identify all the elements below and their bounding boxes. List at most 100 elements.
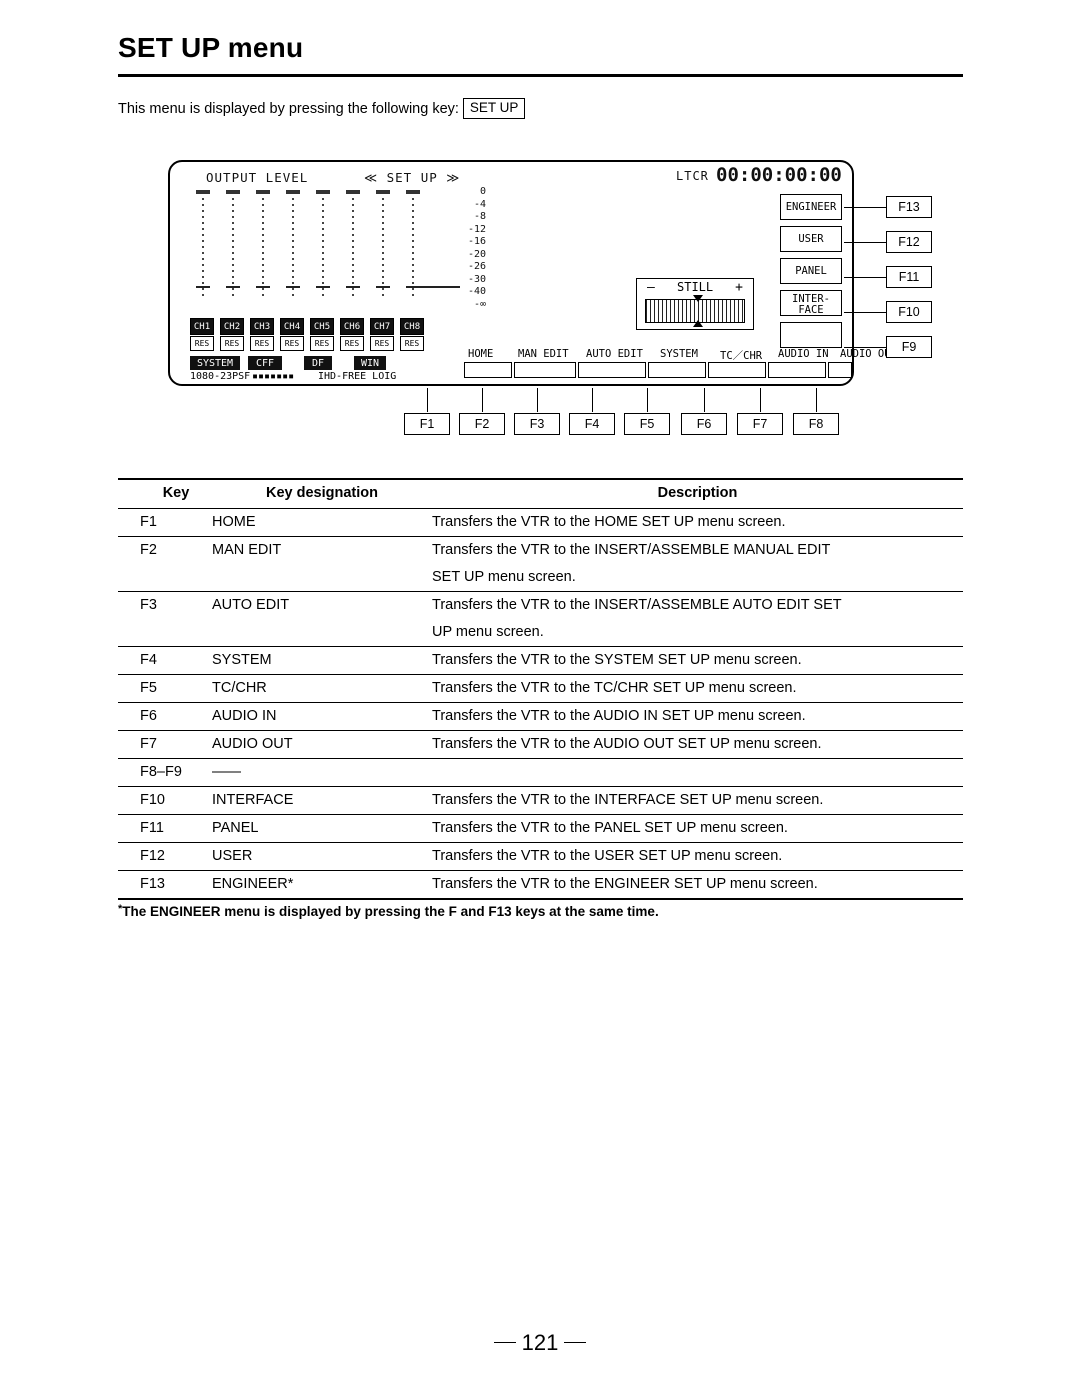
cell-designation-empty xyxy=(212,619,432,647)
cell-description: Transfers the VTR to the ENGINEER SET UP… xyxy=(432,870,963,900)
page-number-value: 121 xyxy=(521,1330,559,1355)
softkey-cell-f6[interactable] xyxy=(768,362,826,378)
meter-level-line xyxy=(420,286,460,288)
channel-box: CH7 xyxy=(370,318,394,335)
cell-description: Transfers the VTR to the INSERT/ASSEMBLE… xyxy=(432,597,842,613)
table-row: F13 ENGINEER* Transfers the VTR to the E… xyxy=(118,870,963,900)
cell-key-empty xyxy=(118,564,212,592)
callout-f12: F12 xyxy=(886,231,932,253)
key-table-wrapper: Key Key designation Description F1 HOME … xyxy=(118,478,963,900)
cell-description: Transfers the VTR to the AUDIO OUT SET U… xyxy=(432,730,963,759)
softkey-user[interactable]: USER xyxy=(780,226,842,252)
meter-level-mark xyxy=(226,286,240,288)
meter-channel xyxy=(406,190,420,312)
status-strip: SYSTEM CFF DF WIN 1080-23PSF ▪▪▪▪▪▪▪ IHD… xyxy=(190,356,470,382)
leader-line xyxy=(647,388,648,412)
meter-scale-dots xyxy=(322,198,324,298)
leader-line xyxy=(592,388,593,412)
meter-cap xyxy=(376,190,390,194)
meter-channel xyxy=(316,190,330,312)
setup-key-box: SET UP xyxy=(462,98,526,119)
table-row: F6 AUDIO IN Transfers the VTR to the AUD… xyxy=(118,702,963,731)
callout-f2: F2 xyxy=(459,413,505,435)
col-header-description: Description xyxy=(432,479,963,509)
still-label: STILL xyxy=(677,280,714,294)
callout-f11: F11 xyxy=(886,266,932,288)
cell-key-empty xyxy=(118,619,212,647)
softkey-cell-f4[interactable] xyxy=(648,362,706,378)
scale-tick: -∞ xyxy=(473,298,486,310)
meter-cap xyxy=(286,190,300,194)
scale-tick: -8 xyxy=(473,211,486,222)
channel-box: CH4 xyxy=(280,318,304,335)
softkey-cell-f7[interactable] xyxy=(828,362,852,378)
callout-f5: F5 xyxy=(624,413,670,435)
softkey-cell-f2[interactable] xyxy=(514,362,576,378)
callout-f7: F7 xyxy=(737,413,783,435)
meter-scale-dots xyxy=(412,198,414,298)
softkey-interface[interactable]: INTER- FACE xyxy=(780,290,842,316)
still-pointer-bottom-icon xyxy=(693,320,703,327)
bottom-softkey-cells xyxy=(464,362,854,378)
leader-line xyxy=(844,277,886,278)
cell-description: Transfers the VTR to the TC/CHR SET UP m… xyxy=(432,674,963,703)
meter-scale-dots xyxy=(202,198,204,298)
ltcr-label: LTCR xyxy=(676,169,709,183)
callout-f10: F10 xyxy=(886,301,932,323)
cell-designation: AUDIO IN xyxy=(212,702,432,731)
softkey-engineer[interactable]: ENGINEER xyxy=(780,194,842,220)
cell-key: F7 xyxy=(118,730,212,759)
meter-scale-dots xyxy=(262,198,264,298)
meter-cap xyxy=(196,190,210,194)
res-box: RES xyxy=(340,336,364,351)
status-block-system: SYSTEM xyxy=(190,356,240,370)
key-table: Key Key designation Description F1 HOME … xyxy=(118,478,963,900)
meter-level-mark xyxy=(406,286,420,288)
meter-scale-dots xyxy=(232,198,234,298)
table-row: F1 HOME Transfers the VTR to the HOME SE… xyxy=(118,508,963,537)
callout-f4: F4 xyxy=(569,413,615,435)
scale-tick: -16 xyxy=(467,236,486,247)
meter-scale-dots xyxy=(352,198,354,298)
softkey-label-auto-edit: AUTO EDIT xyxy=(586,348,643,360)
cell-key: F12 xyxy=(118,842,212,871)
scale-tick: -40 xyxy=(467,286,486,297)
channel-box: CH3 xyxy=(250,318,274,335)
softkey-label-man-edit: MAN EDIT xyxy=(518,348,569,360)
table-row-continuation: SET UP menu screen. xyxy=(118,564,963,592)
softkey-blank[interactable] xyxy=(780,322,842,348)
softkey-panel[interactable]: PANEL xyxy=(780,258,842,284)
table-row: F7 AUDIO OUT Transfers the VTR to the AU… xyxy=(118,730,963,759)
meter-channel xyxy=(196,190,210,312)
dash-right xyxy=(564,1342,587,1343)
channel-box: CH2 xyxy=(220,318,244,335)
meter-channel xyxy=(226,190,240,312)
leader-line xyxy=(427,388,428,412)
meter-cap xyxy=(316,190,330,194)
leader-line xyxy=(482,388,483,412)
softkey-cell-f5[interactable] xyxy=(708,362,766,378)
meter-scale-labels: 0 -4 -8 -12 -16 -20 -26 -30 -40 -∞ xyxy=(460,186,486,311)
softkey-label-audio-in: AUDIO IN xyxy=(778,348,829,360)
softkey-cell-f3[interactable] xyxy=(578,362,646,378)
cell-designation: PANEL xyxy=(212,814,432,843)
table-row: F8–F9 —— xyxy=(118,758,963,787)
channel-box: CH6 xyxy=(340,318,364,335)
softkey-cell-f1[interactable] xyxy=(464,362,512,378)
channel-label-row: CH1 CH2 CH3 CH4 CH5 CH6 CH7 CH8 RES RES … xyxy=(190,318,460,354)
res-box: RES xyxy=(400,336,424,351)
leader-line xyxy=(844,347,886,348)
footnote-text: The ENGINEER menu is displayed by pressi… xyxy=(122,904,659,919)
scale-tick: -12 xyxy=(467,223,486,235)
cell-description-line2: SET UP menu screen. xyxy=(432,564,963,592)
res-box: RES xyxy=(310,336,334,351)
cell-key: F6 xyxy=(118,702,212,731)
softkey-label-system: SYSTEM xyxy=(660,348,698,360)
table-row: F3 AUTO EDIT Transfers the VTR to the IN… xyxy=(118,592,963,620)
meter-channel xyxy=(376,190,390,312)
cell-key: F4 xyxy=(118,646,212,675)
footnote: *The ENGINEER menu is displayed by press… xyxy=(118,903,659,919)
callout-f6: F6 xyxy=(681,413,727,435)
meter-level-mark xyxy=(256,286,270,288)
softkey-label-home: HOME xyxy=(468,348,494,360)
